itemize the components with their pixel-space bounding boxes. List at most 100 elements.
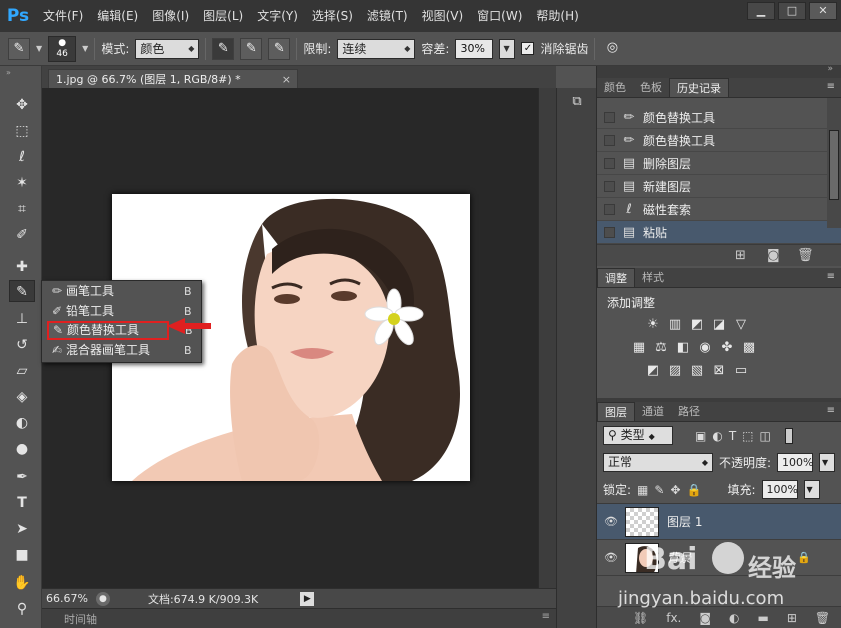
filter-adjustment-icon[interactable]: ◐ xyxy=(712,429,722,443)
layer-filter-select[interactable]: ⚲ 类型 ◆ xyxy=(603,426,673,445)
preset-dropdown-icon[interactable]: ▼ xyxy=(36,44,42,53)
tab-channels[interactable]: 通道 xyxy=(635,402,671,421)
color-lookup-icon[interactable]: ▩ xyxy=(741,340,757,356)
channel-mixer-icon[interactable]: ✤ xyxy=(719,340,735,356)
healing-brush-tool-icon[interactable]: ✚ xyxy=(9,256,35,278)
close-tab-icon[interactable]: × xyxy=(282,70,291,89)
tab-swatches[interactable]: 色板 xyxy=(633,78,669,97)
brightness-icon[interactable]: ☀ xyxy=(645,317,661,333)
paint-bucket-tool-icon[interactable]: ◈ xyxy=(9,386,35,408)
curves-icon[interactable]: ◩ xyxy=(689,317,705,333)
history-checkbox[interactable] xyxy=(604,111,615,123)
flyout-mixer-brush-tool[interactable]: ✍ 混合器画笔工具 B xyxy=(48,341,198,360)
blur-tool-icon[interactable]: ◐ xyxy=(9,412,35,434)
color-balance-icon[interactable]: ⚖ xyxy=(653,340,669,356)
zoom-level[interactable]: 66.67% xyxy=(46,592,88,605)
mode-select[interactable]: 颜色 ◆ xyxy=(135,38,200,59)
dodge-tool-icon[interactable]: ● xyxy=(9,438,35,460)
menu-window[interactable]: 窗口(W) xyxy=(470,0,529,32)
menu-select[interactable]: 选择(S) xyxy=(305,0,360,32)
history-checkbox[interactable] xyxy=(604,180,615,192)
sampling-continuous-icon[interactable]: ✎ xyxy=(212,37,235,60)
history-checkbox[interactable] xyxy=(604,203,615,215)
sampling-background-icon[interactable]: ✎ xyxy=(268,37,291,60)
tab-adjustments[interactable]: 调整 xyxy=(597,268,635,287)
invert-icon[interactable]: ◩ xyxy=(645,363,661,379)
camera-icon[interactable]: ◙ xyxy=(767,248,780,263)
opacity-dropdown[interactable]: ▼ xyxy=(819,453,835,472)
type-tool-icon[interactable]: T xyxy=(9,492,35,514)
adjustment-layer-icon[interactable]: ◐ xyxy=(729,611,739,625)
threshold-icon[interactable]: ▧ xyxy=(689,363,705,379)
panel-menu-icon[interactable]: ≡ xyxy=(827,271,835,282)
tolerance-input[interactable]: 30% xyxy=(455,38,494,59)
brush-dropdown-icon[interactable]: ▼ xyxy=(82,44,88,53)
fill-dropdown[interactable]: ▼ xyxy=(803,480,820,499)
tab-paths[interactable]: 路径 xyxy=(671,402,707,421)
gradient-map-icon[interactable]: ▭ xyxy=(733,363,749,379)
link-layers-icon[interactable]: ⛓ xyxy=(633,611,648,625)
sampling-once-icon[interactable]: ✎ xyxy=(240,37,263,60)
history-checkbox[interactable] xyxy=(604,134,615,146)
filter-toggle[interactable] xyxy=(784,427,793,444)
menu-type[interactable]: 文字(Y) xyxy=(250,0,305,32)
black-white-icon[interactable]: ◧ xyxy=(675,340,691,356)
magic-wand-tool-icon[interactable]: ✶ xyxy=(9,172,35,194)
clone-stamp-tool-icon[interactable]: ⊥ xyxy=(9,308,35,330)
history-checkbox[interactable] xyxy=(604,226,615,238)
blend-mode-select[interactable]: 正常 ◆ xyxy=(603,453,713,472)
menu-edit[interactable]: 编辑(E) xyxy=(90,0,145,32)
collapse-icon[interactable]: » xyxy=(6,68,11,77)
rectangle-tool-icon[interactable]: ■ xyxy=(9,544,35,566)
photo-filter-icon[interactable]: ◉ xyxy=(697,340,713,356)
new-layer-icon[interactable]: ⊞ xyxy=(787,611,797,625)
opacity-input[interactable]: 100% xyxy=(777,453,813,472)
filter-type-icon[interactable]: T xyxy=(729,429,736,443)
antialias-checkbox[interactable]: ✓ xyxy=(521,42,535,55)
history-row[interactable]: ▤ 新建图层 xyxy=(597,175,841,198)
filter-pixel-icon[interactable]: ▣ xyxy=(695,429,706,443)
menu-layer[interactable]: 图层(L) xyxy=(196,0,250,32)
tab-color[interactable]: 颜色 xyxy=(597,78,633,97)
maximize-button[interactable]: □ xyxy=(778,2,806,20)
vibrance-icon[interactable]: ▽ xyxy=(733,317,749,333)
panel-menu-icon[interactable]: ≡ xyxy=(827,81,835,92)
trash-icon[interactable]: 🗑 xyxy=(797,248,814,263)
add-mask-icon[interactable]: ◙ xyxy=(699,611,711,625)
crop-tool-icon[interactable]: ⌗ xyxy=(9,198,35,220)
eyedropper-tool-icon[interactable]: ✐ xyxy=(9,224,35,246)
tool-preset-icon[interactable]: ✎ xyxy=(8,37,30,60)
timeline-tab[interactable]: 时间轴 xyxy=(64,611,97,627)
menu-file[interactable]: 文件(F) xyxy=(36,0,90,32)
lock-all-icon[interactable]: 🔒 xyxy=(687,483,702,497)
path-selection-tool-icon[interactable]: ➤ xyxy=(9,518,35,540)
posterize-icon[interactable]: ▨ xyxy=(667,363,683,379)
lock-transparency-icon[interactable]: ▦ xyxy=(637,483,648,497)
trash-icon[interactable]: 🗑 xyxy=(815,611,830,625)
tolerance-dropdown[interactable]: ▼ xyxy=(499,38,516,59)
menu-help[interactable]: 帮助(H) xyxy=(529,0,585,32)
layer-style-button[interactable]: fx. xyxy=(666,611,681,625)
eraser-tool-icon[interactable]: ▱ xyxy=(9,360,35,382)
document-tab[interactable]: 1.jpg @ 66.7% (图层 1, RGB/8#) * × xyxy=(48,69,298,88)
tab-history[interactable]: 历史记录 xyxy=(669,78,729,97)
panel-menu-icon[interactable]: ≡ xyxy=(827,405,835,416)
pressure-icon[interactable]: ◎ xyxy=(601,38,623,60)
menu-filter[interactable]: 滤镜(T) xyxy=(360,0,415,32)
canvas-scrollbar[interactable] xyxy=(538,88,556,588)
flyout-color-replacement-tool[interactable]: ✎ 颜色替换工具 B xyxy=(47,321,193,340)
history-row[interactable]: ℓ 磁性套索 xyxy=(597,198,841,221)
history-brush-tool-icon[interactable]: ↺ xyxy=(9,334,35,356)
lock-pixels-icon[interactable]: ✎ xyxy=(654,483,664,497)
filter-shape-icon[interactable]: ⬚ xyxy=(742,429,753,443)
history-checkbox[interactable] xyxy=(604,157,615,169)
menu-view[interactable]: 视图(V) xyxy=(415,0,471,32)
new-group-icon[interactable]: ▬ xyxy=(758,611,769,625)
panel-menu-icon[interactable]: ≡ xyxy=(542,611,550,622)
limit-select[interactable]: 连续 ◆ xyxy=(337,38,416,59)
menu-image[interactable]: 图像(I) xyxy=(145,0,196,32)
zoom-tool-icon[interactable]: ⚲ xyxy=(9,598,35,620)
history-row[interactable]: ▤ 删除图层 xyxy=(597,152,841,175)
fill-input[interactable]: 100% xyxy=(761,480,798,499)
eye-icon[interactable]: 👁 xyxy=(597,551,625,564)
